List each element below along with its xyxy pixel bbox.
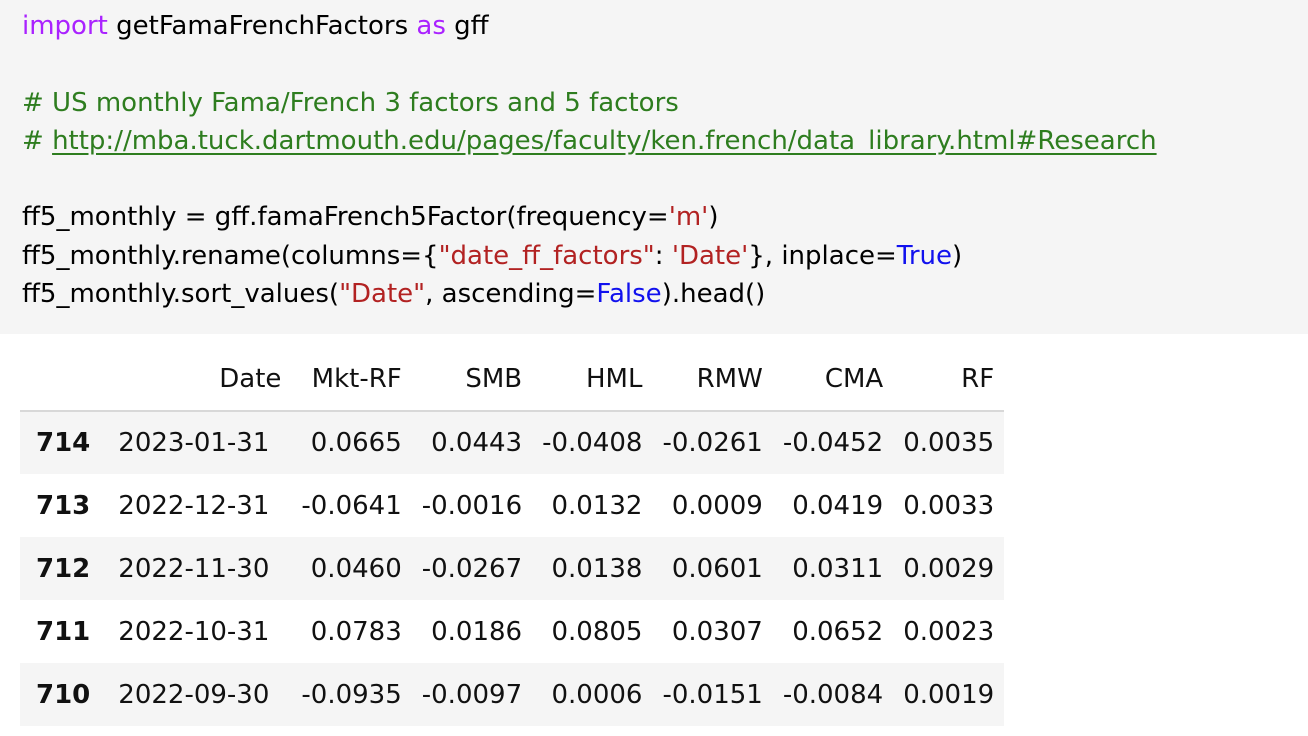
column-header: HML (532, 348, 653, 412)
header-row: Date Mkt-RF SMB HML RMW CMA RF (20, 348, 1005, 412)
table-cell: 0.0665 (310, 428, 402, 458)
row-index: 710 (36, 679, 91, 710)
table-cell: 0.0132 (551, 490, 643, 521)
row-index: 714 (36, 428, 91, 458)
table-row: 710 2022-09-30 -0.0935 -0.0097 0.0006 -0… (20, 663, 1005, 726)
table-cell: 0.0009 (671, 490, 763, 521)
table-cell: 0.0443 (431, 428, 523, 458)
table-cell: -0.0151 (662, 679, 763, 710)
column-header: Date (106, 348, 292, 412)
table-cell: 2023-01-31 (118, 428, 270, 458)
table-row: 712 2022-11-30 0.0460 -0.0267 0.0138 0.0… (20, 537, 1005, 600)
code-line-import: import getFamaFrenchFactors as gff (22, 7, 1157, 45)
table-cell: 0.0186 (431, 616, 523, 647)
table-cell: -0.0016 (421, 490, 523, 521)
table-cell: 0.0783 (310, 616, 402, 647)
table-cell: -0.0408 (542, 428, 643, 458)
module-name: getFamaFrenchFactors (107, 11, 417, 41)
table-cell: -0.0452 (782, 428, 884, 458)
code-comment-1: # US monthly Fama/French 3 factors and 5… (22, 87, 679, 118)
code-text: ff5_monthly.sort_values( (22, 279, 340, 310)
code-text: ).head() (661, 279, 766, 310)
code-cell[interactable]: import getFamaFrenchFactors as gff # US m… (0, 0, 1308, 334)
comment-prefix: # (22, 125, 53, 156)
code-text: ff5_monthly.rename(columns={ (22, 240, 439, 271)
boolean-literal: False (596, 279, 662, 310)
dataframe-table: Date Mkt-RF SMB HML RMW CMA RF 714 2023-… (20, 348, 1005, 726)
column-header: RF (893, 348, 1005, 412)
code-comment-2: # http://mba.tuck.dartmouth.edu/pages/fa… (22, 122, 1157, 160)
row-index: 711 (36, 616, 91, 647)
code-line-assign: ff5_monthly = gff.famaFrench5Factor(freq… (22, 198, 1157, 236)
table-cell: 0.0033 (903, 490, 995, 521)
keyword-import: import (22, 11, 108, 41)
column-header: SMB (411, 348, 533, 412)
table-cell: 2022-12-31 (118, 490, 270, 521)
code-line-rename: ff5_monthly.rename(columns={"date_ff_fac… (22, 237, 1157, 275)
column-header: Mkt-RF (291, 348, 412, 412)
table-cell: -0.0267 (421, 553, 523, 584)
table-cell: 0.0652 (792, 616, 884, 647)
table-cell: 0.0029 (903, 553, 995, 584)
table-cell: 0.0006 (551, 679, 643, 710)
row-index: 712 (36, 553, 91, 584)
code-text: ff5_monthly = gff.famaFrench5Factor(freq… (22, 202, 669, 233)
column-header: RMW (652, 348, 773, 412)
table-cell: 0.0035 (903, 428, 995, 458)
table-cell: 0.0138 (551, 553, 643, 584)
table-cell: -0.0935 (301, 679, 402, 710)
table-row: 713 2022-12-31 -0.0641 -0.0016 0.0132 0.… (20, 474, 1004, 537)
table-cell: -0.0097 (421, 679, 523, 710)
table-row: 711 2022-10-31 0.0783 0.0186 0.0805 0.03… (20, 600, 1004, 663)
table-cell: 0.0019 (903, 679, 995, 710)
table-cell: 0.0023 (903, 616, 995, 647)
module-alias: gff (445, 11, 489, 41)
table-cell: 0.0307 (671, 616, 763, 647)
code-text: , ascending= (425, 279, 597, 310)
code-line-sort: ff5_monthly.sort_values("Date", ascendin… (22, 275, 1157, 313)
table-row: 714 2023-01-31 0.0665 0.0443 -0.0408 -0.… (20, 411, 1005, 474)
table-cell: 0.0460 (310, 553, 402, 584)
table-cell: 2022-11-30 (118, 553, 270, 584)
table-cell: -0.0084 (782, 679, 884, 710)
boolean-literal: True (896, 240, 953, 271)
code-text: }, inplace= (748, 240, 897, 271)
code-text: : (654, 240, 672, 271)
table-cell: -0.0641 (301, 490, 402, 521)
cell-output: Date Mkt-RF SMB HML RMW CMA RF 714 2023-… (20, 348, 1005, 726)
string-literal: 'Date' (671, 240, 749, 271)
table-cell: 0.0601 (671, 553, 763, 584)
code-text: ) (952, 240, 963, 271)
table-cell: -0.0261 (662, 428, 763, 458)
data-library-link[interactable]: http://mba.tuck.dartmouth.edu/pages/facu… (52, 126, 1157, 156)
code-text: ) (708, 202, 719, 233)
string-literal: "Date" (339, 279, 426, 310)
keyword-as: as (416, 11, 446, 41)
table-cell: 0.0419 (792, 490, 884, 521)
index-header (20, 348, 107, 412)
string-literal: 'm' (668, 202, 709, 233)
table-cell: 2022-09-30 (118, 679, 270, 710)
table-cell: 0.0311 (792, 553, 884, 584)
string-literal: "date_ff_factors" (438, 240, 655, 271)
table-cell: 2022-10-31 (118, 616, 270, 647)
column-header: CMA (772, 348, 894, 412)
code-editor[interactable]: import getFamaFrenchFactors as gff # US m… (22, 7, 1157, 313)
table-cell: 0.0805 (551, 616, 643, 647)
row-index: 713 (36, 490, 91, 521)
